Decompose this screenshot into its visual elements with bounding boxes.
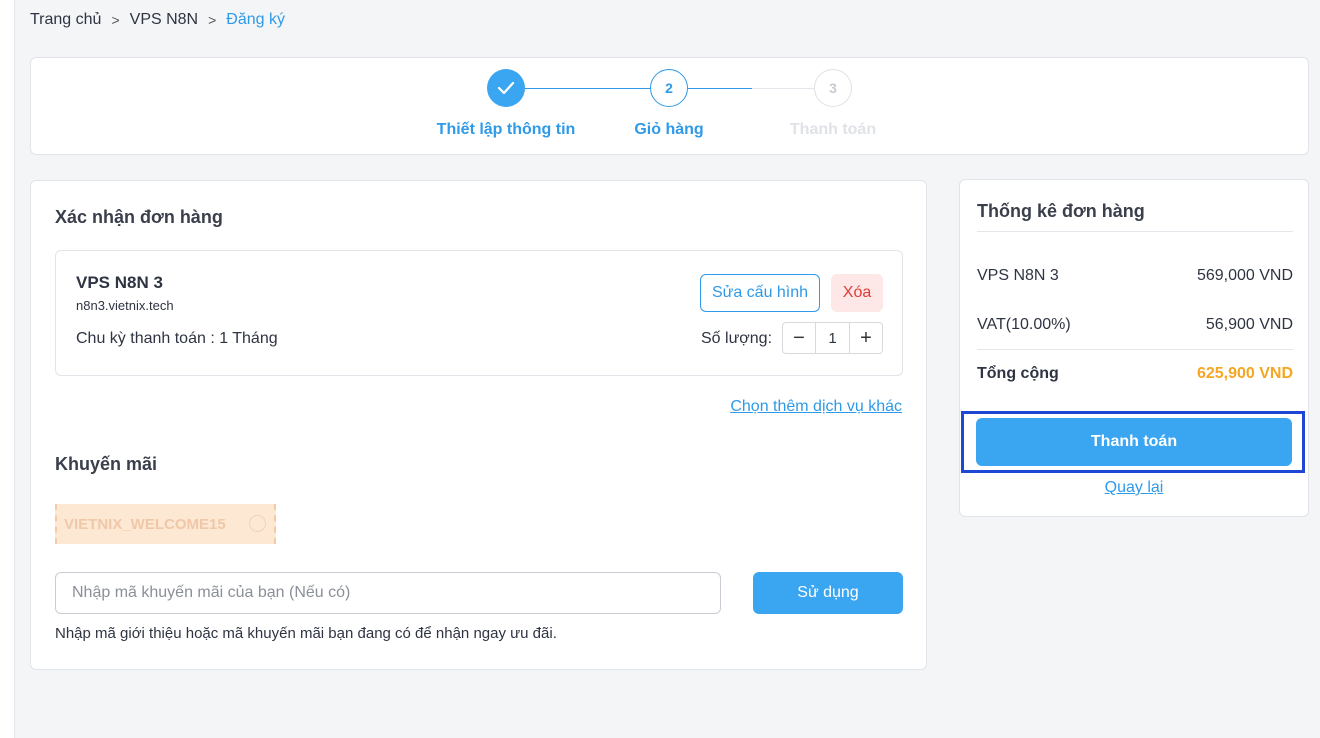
checkout-stepper: 2 3 Thiết lập thông tin Giỏ hàng Thanh t…: [30, 57, 1309, 155]
summary-row-label: VAT(10.00%): [977, 316, 1071, 333]
breadcrumb-separator: >: [111, 12, 120, 28]
summary-row-label: VPS N8N 3: [977, 267, 1059, 284]
step-2-label: Giỏ hàng: [634, 121, 704, 138]
left-strip: [0, 0, 15, 738]
divider: [977, 231, 1293, 232]
more-services-link[interactable]: Chọn thêm dịch vụ khác: [730, 398, 902, 416]
promo-title: Khuyến mãi: [55, 454, 158, 474]
delete-item-button[interactable]: Xóa: [831, 274, 883, 312]
step-connector-3: [752, 88, 814, 89]
check-icon: [497, 81, 515, 95]
step-1-circle: [487, 69, 525, 107]
order-item: VPS N8N 3 n8n3.vietnix.tech Chu kỳ thanh…: [55, 250, 903, 376]
breadcrumb: Trang chủ > VPS N8N > Đăng ký: [30, 11, 285, 29]
summary-row-value: 569,000 VND: [1196, 267, 1293, 284]
quantity-label: Số lượng:: [701, 330, 773, 347]
promo-hint: Nhập mã giới thiệu hoặc mã khuyến mãi bạ…: [55, 625, 557, 642]
step-1-label: Thiết lập thông tin: [436, 121, 576, 138]
step-2-circle: 2: [650, 69, 688, 107]
item-domain: n8n3.vietnix.tech: [76, 298, 174, 313]
apply-promo-button[interactable]: Sử dụng: [753, 572, 903, 614]
summary-title: Thống kê đơn hàng: [977, 201, 1145, 221]
breadcrumb-separator: >: [208, 12, 217, 28]
total-label: Tổng cộng: [977, 365, 1059, 382]
step-3-label: Thanh toán: [789, 121, 877, 138]
summary-row: VAT(10.00%) 56,900 VND: [977, 316, 1293, 334]
edit-config-button[interactable]: Sửa cấu hình: [700, 274, 820, 312]
summary-row: VPS N8N 3 569,000 VND: [977, 267, 1293, 285]
quantity-stepper: − 1 +: [782, 322, 883, 354]
divider: [977, 349, 1293, 350]
breadcrumb-home[interactable]: Trang chủ: [30, 11, 101, 29]
quantity-decrease-button[interactable]: −: [783, 323, 815, 353]
item-name: VPS N8N 3: [76, 273, 163, 292]
coupon-code: VIETNIX_WELCOME15: [64, 515, 226, 533]
promo-code-input[interactable]: [55, 572, 721, 614]
step-connector-2: [688, 88, 752, 89]
step-connector-1: [524, 88, 651, 89]
quantity-value[interactable]: 1: [815, 323, 850, 353]
back-link[interactable]: Quay lại: [959, 479, 1309, 497]
quantity-increase-button[interactable]: +: [850, 323, 882, 353]
order-confirmation-card: Xác nhận đơn hàng VPS N8N 3 n8n3.vietnix…: [30, 180, 927, 670]
breadcrumb-current: Đăng ký: [226, 11, 285, 28]
pay-button[interactable]: Thanh toán: [976, 418, 1292, 466]
breadcrumb-vps-n8n[interactable]: VPS N8N: [130, 11, 198, 29]
order-title: Xác nhận đơn hàng: [55, 207, 223, 227]
total-value: 625,900 VND: [1196, 365, 1293, 382]
coupon-chip[interactable]: VIETNIX_WELCOME15: [55, 504, 276, 544]
item-billing-cycle: Chu kỳ thanh toán : 1 Tháng: [76, 330, 278, 347]
step-3-circle: 3: [814, 69, 852, 107]
summary-total-row: Tổng cộng 625,900 VND: [977, 365, 1293, 383]
summary-row-value: 56,900 VND: [1205, 316, 1293, 333]
coupon-radio[interactable]: [249, 515, 266, 532]
